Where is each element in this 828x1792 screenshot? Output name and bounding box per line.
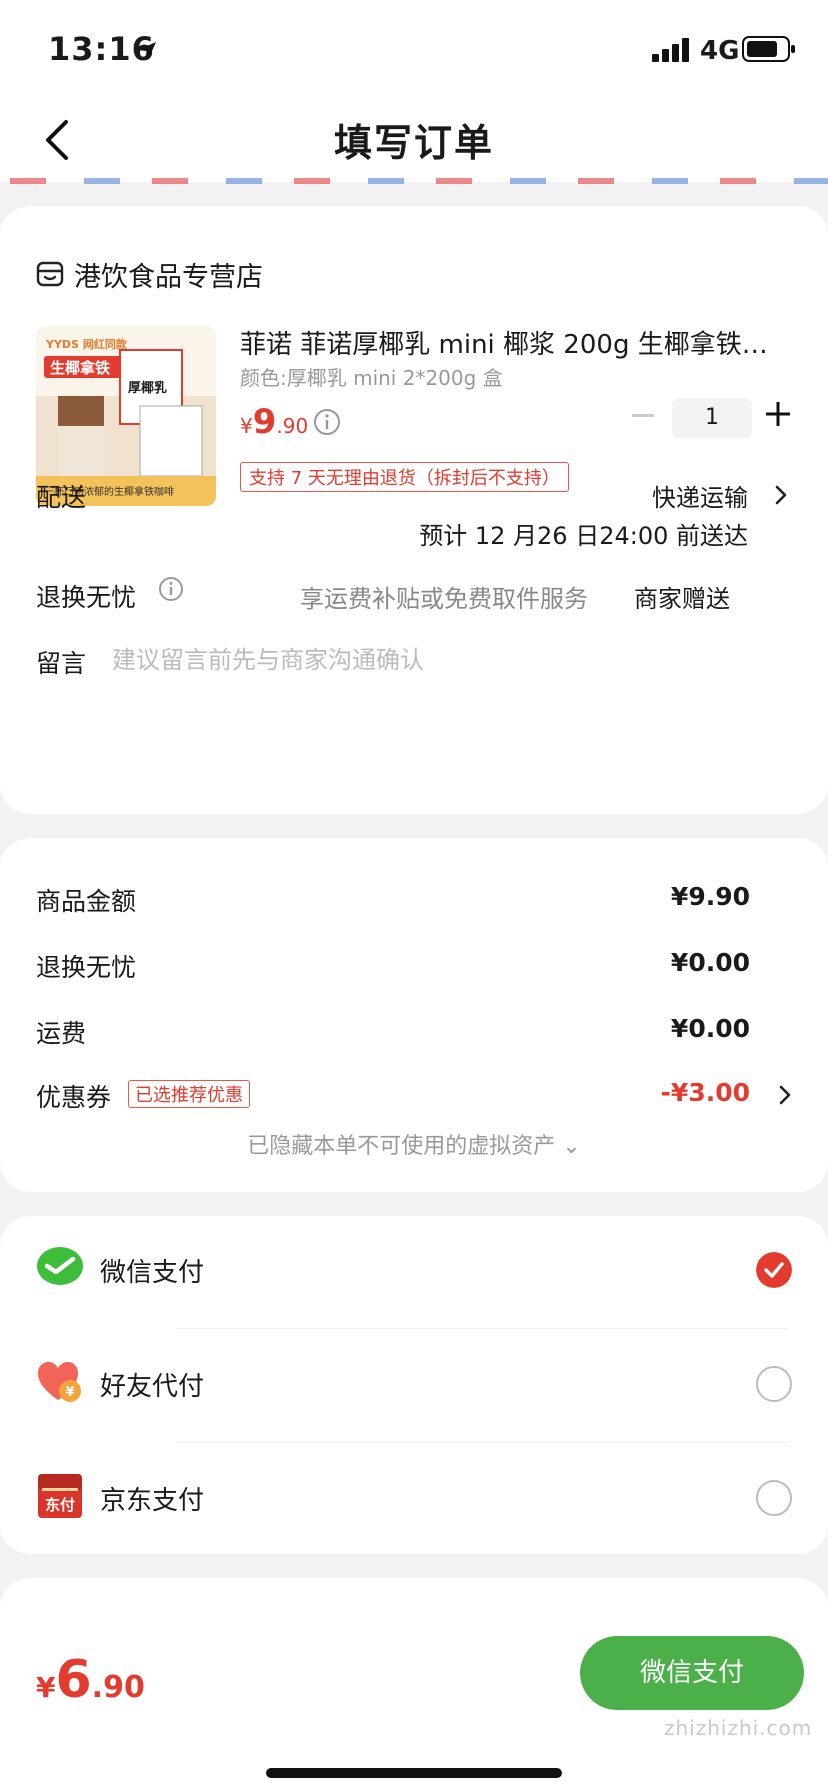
- product-title[interactable]: 菲诺 菲诺厚椰乳 mini 椰浆 200g 生椰拿铁咖啡伴侣: [240, 324, 790, 361]
- page-title: 填写订单: [333, 121, 494, 165]
- product-price: ¥ 9 .90: [240, 402, 308, 442]
- remark-label: 留言: [36, 649, 87, 678]
- price-summary-card: 商品金额 ¥9.90 退换无忧 ¥0.00 运费 ¥0.00 优惠券 已选推荐优…: [0, 838, 828, 1192]
- worry-free-label: 退换无忧: [36, 583, 137, 612]
- coupon-chevron-right-icon[interactable]: [778, 1084, 792, 1106]
- goods-amount-label: 商品金额: [36, 887, 137, 916]
- payment-option-friend[interactable]: ¥ 好友代付: [0, 1330, 828, 1442]
- payment-divider: [176, 1442, 788, 1443]
- shipping-fee-row: 运费 ¥0.00: [36, 1014, 792, 1050]
- worry-free-fee-value: ¥0.00: [670, 948, 750, 977]
- order-card: 港饮食品专营店 YYDS 网红同款 生椰拿铁 厚椰乳 一杯口感浓郁的生椰拿铁咖啡…: [0, 206, 828, 814]
- store-name: 港饮食品专营店: [74, 261, 263, 293]
- network-type: 4G: [700, 36, 740, 66]
- total-decimal: .90: [91, 1670, 145, 1705]
- quantity-value[interactable]: 1: [672, 398, 752, 438]
- wechat-pay-selected-check-icon[interactable]: [756, 1252, 792, 1288]
- shipping-fee-label: 运费: [36, 1019, 87, 1048]
- nav-bar: 填写订单: [0, 90, 828, 182]
- envelope-stripe: [0, 178, 828, 184]
- delivery-chevron-right-icon[interactable]: [774, 484, 788, 506]
- product-image-headline: 生椰拿铁: [50, 359, 110, 377]
- worry-free-fee-row: 退换无忧 ¥0.00: [36, 948, 792, 984]
- coupon-tag: 已选推荐优惠: [128, 1080, 250, 1108]
- payment-methods-card: 微信支付 ¥ 好友代付 东付 京东支付: [0, 1216, 828, 1554]
- goods-amount-value: ¥9.90: [670, 882, 750, 911]
- delivery-label: 配送: [36, 483, 87, 512]
- worry-free-provider: 商家赠送: [634, 585, 730, 613]
- quantity-decrease-button[interactable]: [632, 414, 654, 417]
- home-indicator[interactable]: [266, 1768, 562, 1778]
- status-bar: 13:16 4G: [0, 0, 828, 90]
- battery-icon: [742, 36, 795, 62]
- hidden-assets-toggle[interactable]: 已隐藏本单不可使用的虚拟资产 ⌄: [0, 1128, 828, 1160]
- location-arrow-icon: [138, 42, 156, 60]
- payment-option-jd[interactable]: 东付 京东支付: [0, 1444, 828, 1556]
- delivery-eta: 预计 12 月26 日24:00 前送达: [419, 522, 748, 550]
- coupon-row[interactable]: 优惠券 已选推荐优惠 -¥3.00: [36, 1078, 792, 1114]
- product-image-pack-text: 厚椰乳: [128, 380, 167, 396]
- delivery-type[interactable]: 快递运输: [652, 478, 748, 513]
- coupon-label: 优惠券: [36, 1083, 112, 1112]
- jd-pay-radio[interactable]: [756, 1480, 792, 1516]
- payment-option-wechat[interactable]: 微信支付: [0, 1216, 828, 1328]
- remark-input[interactable]: [112, 642, 792, 678]
- payment-divider: [176, 1328, 788, 1329]
- jd-pay-label: 京东支付: [100, 1486, 205, 1516]
- wechat-pay-icon: [37, 1247, 83, 1285]
- shipping-fee-value: ¥0.00: [670, 1014, 750, 1043]
- store-row[interactable]: 港饮食品专营店: [36, 254, 263, 294]
- worry-free-description: 享运费补贴或免费取件服务: [300, 585, 588, 613]
- checkout-bar: ¥ 6 .90 微信支付 zhizhizhi.com: [0, 1620, 828, 1792]
- price-decimal: .90: [276, 414, 309, 438]
- jd-pay-icon: 东付: [38, 1474, 82, 1518]
- friend-pay-label: 好友代付: [100, 1372, 205, 1402]
- coupon-value: -¥3.00: [660, 1078, 750, 1107]
- wechat-pay-label: 微信支付: [100, 1258, 205, 1288]
- product-image-top-text: YYDS 网红同款: [45, 337, 128, 351]
- worry-free-fee-label: 退换无忧: [36, 953, 137, 982]
- price-info-icon[interactable]: [313, 408, 341, 436]
- product-spec: 颜色:厚椰乳 mini 2*200g 盒: [240, 366, 503, 390]
- return-policy-tag: 支持 7 天无理由退货（拆封后不支持）: [240, 462, 569, 492]
- total-symbol: ¥: [36, 1671, 56, 1704]
- worry-free-info-icon[interactable]: [158, 576, 184, 602]
- goods-amount-row: 商品金额 ¥9.90: [36, 882, 792, 918]
- quantity-increase-button[interactable]: [766, 402, 790, 426]
- total-amount: ¥ 6 .90: [36, 1650, 145, 1710]
- price-symbol: ¥: [240, 414, 253, 438]
- submit-payment-button[interactable]: 微信支付: [580, 1636, 804, 1710]
- price-integer: 9: [252, 402, 277, 442]
- store-icon: [36, 261, 64, 287]
- total-integer: 6: [55, 1650, 92, 1710]
- friend-pay-yuan-glyph: ¥: [65, 1385, 74, 1400]
- friend-pay-radio[interactable]: [756, 1366, 792, 1402]
- watermark: zhizhizhi.com: [664, 1716, 813, 1740]
- friend-pay-heart-icon: ¥: [38, 1362, 81, 1402]
- jd-pay-icon-text: 东付: [45, 1496, 75, 1514]
- signal-icon: [652, 38, 689, 62]
